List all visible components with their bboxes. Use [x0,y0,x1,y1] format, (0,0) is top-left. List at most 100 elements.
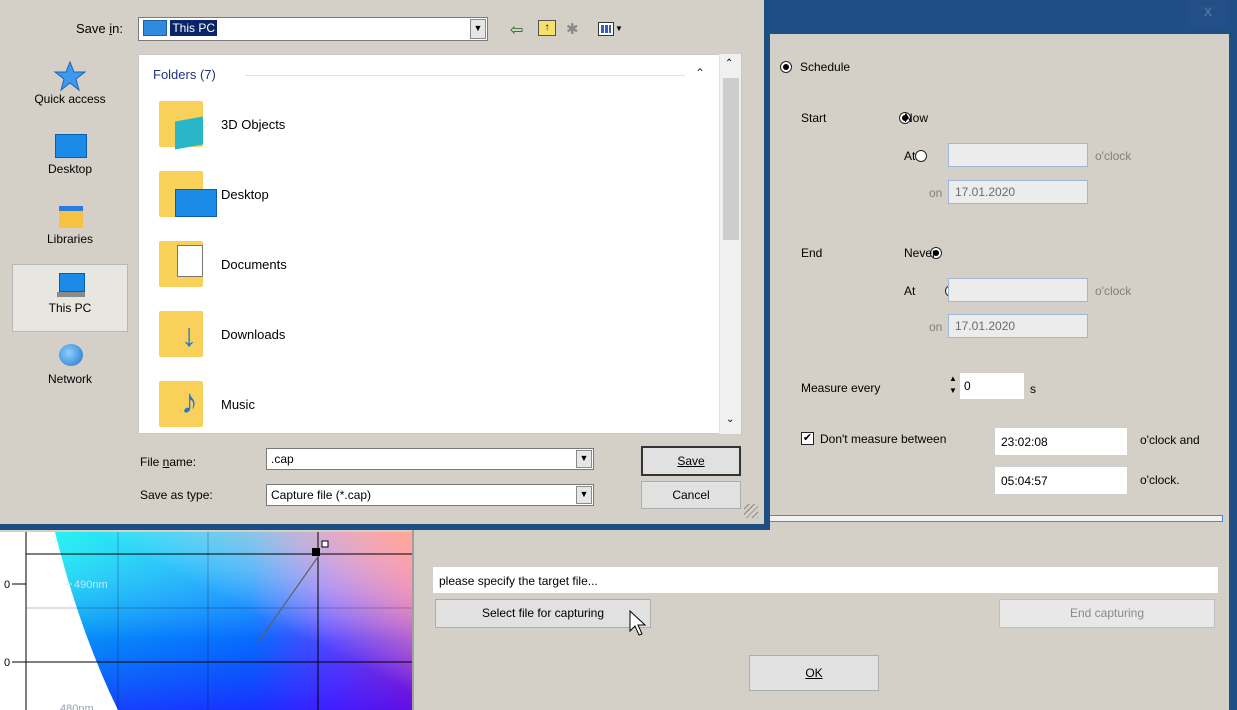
new-folder-icon[interactable]: ✱ [566,20,579,38]
ok-button[interactable]: OK [749,655,879,691]
places-quick-access[interactable]: Quick access [12,60,128,106]
desktop-icon [53,130,87,162]
places-desktop[interactable]: Desktop [12,130,128,176]
cancel-button[interactable]: Cancel [641,481,741,509]
spin-up-icon[interactable]: ▲ [947,373,959,385]
computer-icon [143,20,167,36]
save-in-label: Save in: [76,21,123,36]
chevron-down-icon[interactable]: ▼ [576,450,592,468]
wavelength-label-480: 480nm [60,703,94,710]
places-label: Libraries [46,232,94,246]
mouse-cursor-icon [629,609,647,636]
places-this-pc[interactable]: This PC [12,264,128,332]
measure-every-label: Measure every [801,381,881,395]
folder-name: Music [221,397,255,412]
star-icon [53,60,87,92]
folder-item-documents[interactable]: Documents [159,235,679,295]
start-time-field[interactable] [948,143,1088,167]
close-button[interactable]: x [1188,0,1228,28]
end-label: End [801,246,823,260]
save-in-combo[interactable]: This PC ▼ [138,17,488,41]
download-arrow-icon: ↓ [181,317,197,353]
from-suffix-label: o'clock and [1140,433,1200,447]
desktop-screen-icon [175,189,217,217]
save-in-value: This PC [170,20,218,36]
file-name-label: File name: [140,455,197,469]
dont-measure-from-field[interactable]: 23:02:08 [994,427,1128,456]
start-at-radio[interactable] [914,150,927,162]
warm-shading [55,532,412,710]
spin-down-icon[interactable]: ▼ [947,385,959,397]
view-menu-icon[interactable] [598,22,614,36]
up-folder-icon[interactable]: ↑ [538,20,556,36]
group-divider [245,75,685,76]
start-at-label: At [904,149,916,163]
file-name-value: .cap [271,452,294,466]
wavelength-label-490: 490nm [74,579,108,591]
start-date-field[interactable]: 17.01.2020 [948,180,1088,204]
scroll-thumb[interactable] [723,78,739,240]
places-network[interactable]: Network [12,340,128,386]
start-oclock-label: o'clock [1095,149,1132,163]
end-at-label: At [904,284,916,298]
y-tick-label: 0 [4,579,10,591]
resize-grip-icon[interactable] [744,504,758,518]
window-border [1229,34,1237,710]
folder-name: Documents [221,257,287,272]
save-button[interactable]: Save [641,446,741,476]
folder-item-desktop[interactable]: Desktop [159,165,679,225]
folder-name: 3D Objects [221,117,286,132]
folder-list-scrollbar[interactable]: ⌃ ⌄ [719,54,741,434]
target-point [321,540,329,548]
folder-name: Downloads [221,327,286,342]
folder-item-music[interactable]: ♪ Music [159,375,679,433]
start-now-label: Now [904,111,929,125]
places-label: Network [47,372,92,386]
music-note-icon: ♪ [181,383,198,421]
end-time-field[interactable] [948,278,1088,302]
scroll-up-icon[interactable]: ⌃ [725,58,733,69]
places-label: Desktop [47,162,93,176]
measure-every-field[interactable]: 0 [960,373,1024,399]
file-name-combo[interactable]: .cap ▼ [266,448,594,470]
folder-item-downloads[interactable]: ↓ Downloads [159,305,679,365]
target-file-field[interactable]: please specify the target file... [432,566,1219,594]
view-dropdown-icon[interactable]: ▼ [615,24,623,33]
document-icon [177,245,203,277]
this-pc-icon [53,269,87,301]
folder-name: Desktop [221,187,269,202]
end-on-label: on [929,320,943,334]
places-libraries[interactable]: Libraries [12,200,128,246]
end-capturing-button[interactable]: End capturing [999,599,1215,628]
select-file-button[interactable]: Select file for capturing [435,599,651,628]
measure-spinner[interactable]: ▲ ▼ [947,373,959,399]
dont-measure-checkbox[interactable]: ✔ [801,432,814,445]
folder-item-3d-objects[interactable]: 3D Objects [159,95,679,155]
end-never-label: Never [904,246,937,260]
libraries-icon [53,200,87,232]
end-date-field[interactable]: 17.01.2020 [948,314,1088,338]
save-as-type-value: Capture file (*.cap) [271,488,372,502]
end-oclock-label: o'clock [1095,284,1132,298]
close-icon: x [1204,3,1212,20]
dont-measure-to-field[interactable]: 05:04:57 [994,466,1128,495]
chevron-down-icon[interactable]: ▼ [470,19,486,39]
measurement-point [312,548,320,556]
network-icon [53,340,87,372]
save-as-type-label: Save as type: [140,488,213,502]
cube-icon [175,116,203,150]
to-suffix-label: o'clock. [1140,473,1180,487]
schedule-radio[interactable] [780,61,792,73]
dont-measure-label: Don't measure between [820,432,947,446]
save-as-type-combo[interactable]: Capture file (*.cap) ▼ [266,484,594,506]
collapse-icon[interactable]: ⌃ [695,66,705,80]
scroll-down-icon[interactable]: ⌄ [726,414,734,425]
save-label: Save [677,454,705,468]
divider [412,530,414,710]
group-header: Folders (7) [153,67,216,82]
folder-list[interactable]: Folders (7) ⌃ 3D Objects Desktop Documen… [138,54,742,434]
back-icon[interactable]: ⇦ [510,20,523,40]
chevron-down-icon[interactable]: ▼ [576,486,592,504]
places-label: This PC [48,301,92,315]
title-bar [760,0,1237,34]
